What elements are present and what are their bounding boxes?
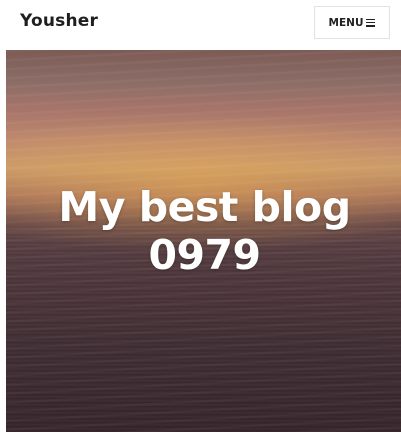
hero-title: My best blog 0979 [6, 183, 401, 279]
hero-title-line-1: My best blog [58, 183, 351, 231]
hero-banner: My best blog 0979 [6, 50, 401, 432]
menu-button[interactable]: MENU [314, 6, 390, 39]
page: Yousher MENU My best blog 0979 [0, 0, 401, 432]
hero-title-line-2: 0979 [148, 231, 261, 279]
hamburger-icon [366, 18, 376, 27]
site-title[interactable]: Yousher [20, 11, 98, 31]
menu-label: MENU [328, 16, 364, 29]
site-header: Yousher MENU [0, 0, 401, 48]
